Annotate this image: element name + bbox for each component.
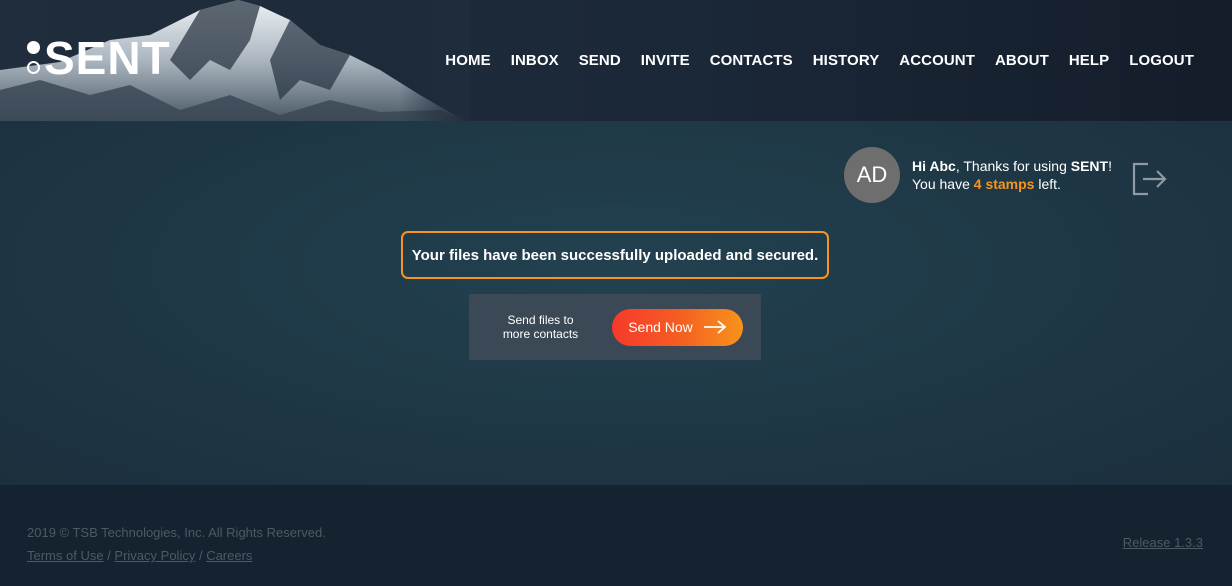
main-content: AD Hi Abc, Thanks for using SENT! You ha… (0, 121, 1232, 485)
user-greeting: AD Hi Abc, Thanks for using SENT! You ha… (844, 147, 1112, 203)
stamps-count: 4 stamps (973, 176, 1035, 192)
send-now-label: Send Now (628, 319, 693, 335)
upload-success-alert: Your files have been successfully upload… (401, 231, 829, 279)
nav-logout[interactable]: LOGOUT (1129, 52, 1194, 69)
link-separator: / (195, 548, 207, 563)
greeting-name: Hi Abc (912, 158, 956, 174)
footer: 2019 © TSB Technologies, Inc. All Rights… (0, 485, 1232, 586)
nav-help[interactable]: HELP (1069, 52, 1109, 69)
send-more-text: Send files to more contacts (469, 313, 612, 341)
stamps-prefix: You have (912, 176, 974, 192)
logout-icon[interactable] (1131, 161, 1169, 197)
greeting-brand: SENT (1070, 158, 1109, 174)
nav-invite[interactable]: INVITE (641, 52, 690, 69)
send-more-line1: Send files to (507, 313, 574, 327)
link-separator: / (103, 548, 115, 563)
logo-text: SENT (44, 32, 171, 84)
release-link[interactable]: Release 1.3.3 (1123, 535, 1203, 550)
nav-home[interactable]: HOME (445, 52, 490, 69)
main-nav: HOME INBOX SEND INVITE CONTACTS HISTORY … (425, 52, 1194, 69)
logo-dots-icon (26, 36, 42, 80)
header: SENT HOME INBOX SEND INVITE CONTACTS HIS… (0, 0, 1232, 121)
nav-history[interactable]: HISTORY (813, 52, 880, 69)
greeting-thanks: , Thanks for using (955, 158, 1071, 174)
stamps-suffix: left. (1034, 176, 1061, 192)
greeting-excl: ! (1108, 158, 1112, 174)
nav-about[interactable]: ABOUT (995, 52, 1049, 69)
privacy-link[interactable]: Privacy Policy (114, 548, 195, 563)
send-more-panel: Send files to more contacts Send Now (469, 294, 761, 360)
send-now-button[interactable]: Send Now (612, 308, 743, 346)
sent-logo[interactable]: SENT (26, 32, 171, 84)
avatar[interactable]: AD (844, 147, 900, 203)
nav-inbox[interactable]: INBOX (511, 52, 559, 69)
careers-link[interactable]: Careers (206, 548, 252, 563)
nav-account[interactable]: ACCOUNT (899, 52, 975, 69)
nav-send[interactable]: SEND (579, 52, 621, 69)
footer-links: Terms of Use / Privacy Policy / Careers (27, 548, 252, 563)
send-more-line2: more contacts (502, 327, 579, 341)
terms-link[interactable]: Terms of Use (27, 548, 104, 563)
greeting-text: Hi Abc, Thanks for using SENT! You have … (912, 157, 1112, 193)
copyright-text: 2019 © TSB Technologies, Inc. All Rights… (27, 525, 326, 540)
arrow-right-icon (703, 320, 727, 334)
nav-contacts[interactable]: CONTACTS (710, 52, 793, 69)
